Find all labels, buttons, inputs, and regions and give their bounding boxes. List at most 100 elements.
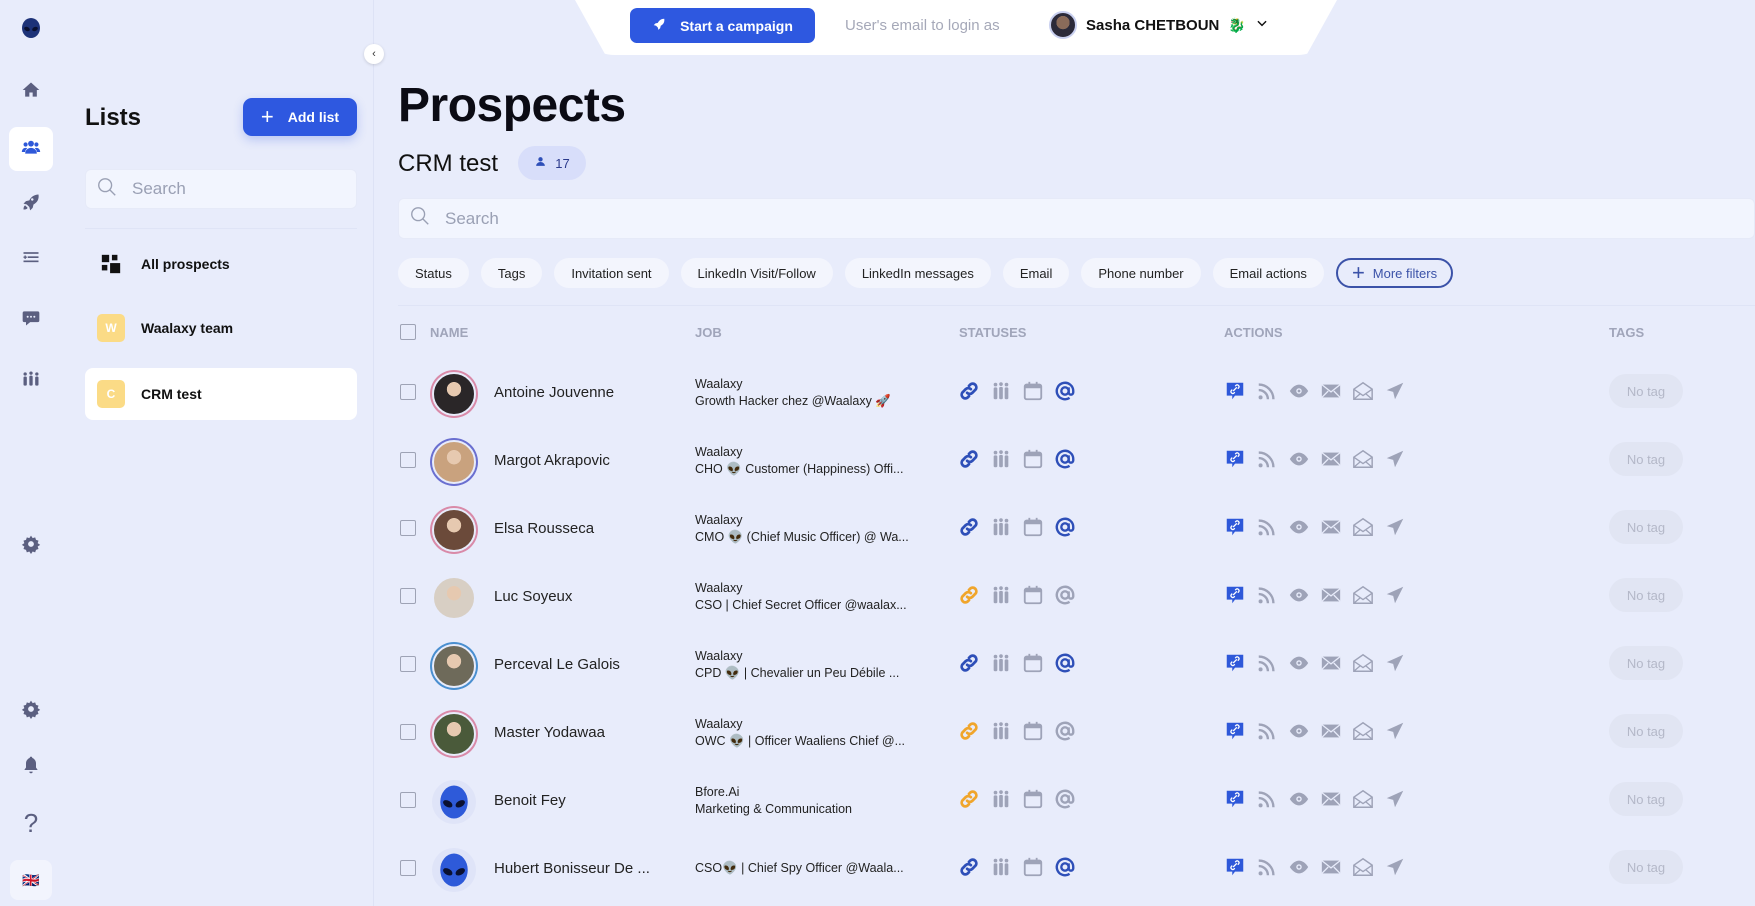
email-at-icon[interactable] bbox=[1054, 720, 1076, 742]
linkedin-connection-link-icon[interactable] bbox=[958, 652, 980, 674]
row-checkbox[interactable] bbox=[400, 384, 416, 400]
calendar-icon[interactable] bbox=[1022, 652, 1044, 674]
calendar-icon[interactable] bbox=[1022, 788, 1044, 810]
envelope-icon[interactable] bbox=[1320, 856, 1342, 878]
filter-status[interactable]: Status bbox=[398, 258, 469, 288]
prospect-name[interactable]: Margot Akrapovic bbox=[494, 452, 610, 469]
prospect-name[interactable]: Elsa Rousseca bbox=[494, 520, 594, 537]
list-item-waalaxy-team[interactable]: W Waalaxy team bbox=[85, 302, 357, 354]
send-icon[interactable] bbox=[1384, 516, 1406, 538]
visit-eye-icon[interactable] bbox=[1288, 448, 1310, 470]
select-all-checkbox[interactable] bbox=[400, 324, 416, 340]
visit-eye-icon[interactable] bbox=[1288, 584, 1310, 606]
team-icon[interactable] bbox=[990, 516, 1012, 538]
send-icon[interactable] bbox=[1384, 652, 1406, 674]
follow-rss-icon[interactable] bbox=[1256, 380, 1278, 402]
envelope-open-icon[interactable] bbox=[1352, 652, 1374, 674]
nav-settings-bottom[interactable] bbox=[9, 689, 53, 733]
calendar-icon[interactable] bbox=[1022, 516, 1044, 538]
visit-eye-icon[interactable] bbox=[1288, 380, 1310, 402]
linkedin-connection-link-icon[interactable] bbox=[958, 380, 980, 402]
envelope-icon[interactable] bbox=[1320, 448, 1342, 470]
row-checkbox[interactable] bbox=[400, 792, 416, 808]
linkedin-connection-link-icon[interactable] bbox=[958, 856, 980, 878]
prospect-name[interactable]: Antoine Jouvenne bbox=[494, 384, 614, 401]
column-name[interactable]: NAME bbox=[430, 325, 468, 340]
prospect-name[interactable]: Benoit Fey bbox=[494, 792, 566, 809]
send-icon[interactable] bbox=[1384, 448, 1406, 470]
calendar-icon[interactable] bbox=[1022, 720, 1044, 742]
table-row[interactable]: Margot Akrapovic Waalaxy CHO 👽 Customer … bbox=[398, 426, 1755, 494]
team-icon[interactable] bbox=[990, 652, 1012, 674]
tag-badge[interactable]: No tag bbox=[1609, 782, 1683, 816]
envelope-open-icon[interactable] bbox=[1352, 720, 1374, 742]
row-checkbox[interactable] bbox=[400, 860, 416, 876]
send-icon[interactable] bbox=[1384, 856, 1406, 878]
nav-notifications[interactable] bbox=[9, 745, 53, 789]
row-checkbox[interactable] bbox=[400, 724, 416, 740]
envelope-icon[interactable] bbox=[1320, 516, 1342, 538]
linkedin-invite-icon[interactable] bbox=[1224, 856, 1246, 878]
prospect-name[interactable]: Perceval Le Galois bbox=[494, 656, 620, 673]
envelope-icon[interactable] bbox=[1320, 380, 1342, 402]
filter-email-actions[interactable]: Email actions bbox=[1212, 258, 1324, 288]
filter-phone-number[interactable]: Phone number bbox=[1081, 258, 1201, 288]
nav-team[interactable] bbox=[9, 359, 53, 403]
envelope-open-icon[interactable] bbox=[1352, 856, 1374, 878]
table-row[interactable]: Elsa Rousseca Waalaxy CMO 👽 (Chief Music… bbox=[398, 494, 1755, 562]
waalaxy-logo-icon[interactable] bbox=[19, 16, 43, 40]
linkedin-invite-icon[interactable] bbox=[1224, 652, 1246, 674]
visit-eye-icon[interactable] bbox=[1288, 720, 1310, 742]
team-icon[interactable] bbox=[990, 380, 1012, 402]
collapse-panel-button[interactable]: ‹ bbox=[364, 44, 384, 64]
filter-invitation-sent[interactable]: Invitation sent bbox=[554, 258, 669, 288]
table-row[interactable]: Perceval Le Galois Waalaxy CPD 👽 | Cheva… bbox=[398, 630, 1755, 698]
lists-search-input[interactable]: Search bbox=[85, 169, 357, 209]
list-item-all-prospects[interactable]: All prospects bbox=[85, 238, 357, 290]
table-row[interactable]: Master Yodawaa Waalaxy OWC 👽 | Officer W… bbox=[398, 698, 1755, 766]
visit-eye-icon[interactable] bbox=[1288, 652, 1310, 674]
envelope-icon[interactable] bbox=[1320, 652, 1342, 674]
email-at-icon[interactable] bbox=[1054, 380, 1076, 402]
linkedin-connection-link-icon[interactable] bbox=[958, 788, 980, 810]
nav-campaigns[interactable] bbox=[9, 182, 53, 226]
filter-email[interactable]: Email bbox=[1002, 258, 1070, 288]
linkedin-connection-link-icon[interactable] bbox=[958, 720, 980, 742]
visit-eye-icon[interactable] bbox=[1288, 788, 1310, 810]
envelope-icon[interactable] bbox=[1320, 720, 1342, 742]
filter-linkedin-messages[interactable]: LinkedIn messages bbox=[844, 258, 991, 288]
email-at-icon[interactable] bbox=[1054, 788, 1076, 810]
send-icon[interactable] bbox=[1384, 380, 1406, 402]
email-at-icon[interactable] bbox=[1054, 448, 1076, 470]
linkedin-invite-icon[interactable] bbox=[1224, 584, 1246, 606]
linkedin-connection-link-icon[interactable] bbox=[958, 448, 980, 470]
tag-badge[interactable]: No tag bbox=[1609, 442, 1683, 476]
team-icon[interactable] bbox=[990, 788, 1012, 810]
visit-eye-icon[interactable] bbox=[1288, 516, 1310, 538]
follow-rss-icon[interactable] bbox=[1256, 652, 1278, 674]
table-row[interactable]: Benoit Fey Bfore.Ai Marketing & Communic… bbox=[398, 766, 1755, 834]
linkedin-invite-icon[interactable] bbox=[1224, 380, 1246, 402]
envelope-open-icon[interactable] bbox=[1352, 448, 1374, 470]
email-at-icon[interactable] bbox=[1054, 516, 1076, 538]
tag-badge[interactable]: No tag bbox=[1609, 374, 1683, 408]
tag-badge[interactable]: No tag bbox=[1609, 714, 1683, 748]
email-at-icon[interactable] bbox=[1054, 584, 1076, 606]
team-icon[interactable] bbox=[990, 584, 1012, 606]
row-checkbox[interactable] bbox=[400, 520, 416, 536]
filter-tags[interactable]: Tags bbox=[480, 258, 543, 288]
team-icon[interactable] bbox=[990, 448, 1012, 470]
filter-linkedin-visit-follow[interactable]: LinkedIn Visit/Follow bbox=[680, 258, 833, 288]
linkedin-invite-icon[interactable] bbox=[1224, 448, 1246, 470]
envelope-open-icon[interactable] bbox=[1352, 584, 1374, 606]
envelope-open-icon[interactable] bbox=[1352, 788, 1374, 810]
follow-rss-icon[interactable] bbox=[1256, 856, 1278, 878]
follow-rss-icon[interactable] bbox=[1256, 720, 1278, 742]
email-at-icon[interactable] bbox=[1054, 856, 1076, 878]
language-selector[interactable]: 🇬🇧 bbox=[10, 860, 52, 900]
follow-rss-icon[interactable] bbox=[1256, 448, 1278, 470]
follow-rss-icon[interactable] bbox=[1256, 788, 1278, 810]
send-icon[interactable] bbox=[1384, 720, 1406, 742]
add-list-button[interactable]: + Add list bbox=[243, 98, 357, 136]
email-at-icon[interactable] bbox=[1054, 652, 1076, 674]
